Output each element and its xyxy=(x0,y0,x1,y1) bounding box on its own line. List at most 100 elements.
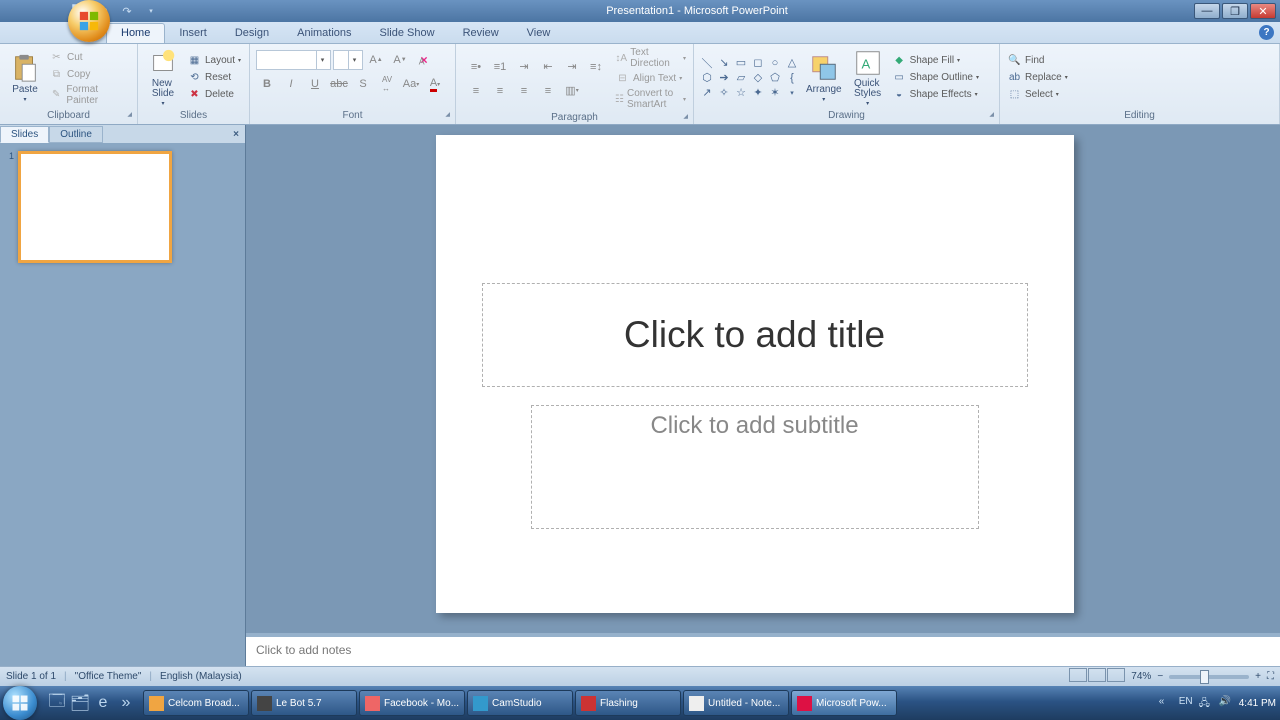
strikethrough-button[interactable]: abc xyxy=(328,74,350,94)
new-slide-button[interactable]: New Slide▾ xyxy=(143,46,183,109)
close-button[interactable]: ✕ xyxy=(1250,3,1276,19)
layout-button[interactable]: ▦Layout▾ xyxy=(185,52,243,69)
tray-clock[interactable]: 4:41 PM xyxy=(1239,698,1276,709)
line-spacing-button[interactable]: ≡↕ xyxy=(585,57,607,77)
delete-slide-button[interactable]: ✖Delete xyxy=(185,86,243,103)
font-color-button[interactable]: A▾ xyxy=(424,74,446,94)
cut-button[interactable]: ✂Cut xyxy=(47,49,132,66)
align-center-button[interactable]: ≡ xyxy=(489,81,511,101)
align-text-button[interactable]: ⊟Align Text▾ xyxy=(613,70,688,87)
list-level-button[interactable]: ⇥ xyxy=(513,57,535,77)
tab-review[interactable]: Review xyxy=(449,24,513,43)
panel-close-button[interactable]: × xyxy=(227,129,245,140)
paste-button[interactable]: Paste ▾ xyxy=(5,51,45,105)
align-left-button[interactable]: ≡ xyxy=(465,81,487,101)
tab-view[interactable]: View xyxy=(513,24,565,43)
convert-smartart-button[interactable]: ☷Convert to SmartArt▾ xyxy=(613,87,688,111)
tab-slideshow[interactable]: Slide Show xyxy=(366,24,449,43)
tab-animations[interactable]: Animations xyxy=(283,24,365,43)
paste-dropdown-icon[interactable]: ▾ xyxy=(23,96,26,103)
ql-show-desktop-icon[interactable]: 🗔 xyxy=(46,690,68,716)
tray-lang-icon[interactable]: EN xyxy=(1179,696,1194,711)
tray-volume-icon[interactable]: 🔊 xyxy=(1219,696,1234,711)
maximize-button[interactable]: ❐ xyxy=(1222,3,1248,19)
office-button[interactable] xyxy=(68,0,110,42)
tab-home[interactable]: Home xyxy=(106,23,165,43)
font-name-combo[interactable]: ▾ xyxy=(256,50,331,70)
change-case-button[interactable]: Aa▾ xyxy=(400,74,422,94)
qat-redo-icon[interactable]: ↷ xyxy=(118,2,136,20)
view-buttons[interactable] xyxy=(1068,668,1125,685)
shape-rect-icon[interactable]: ▭ xyxy=(733,56,749,70)
ql-ie-icon[interactable]: e xyxy=(92,690,114,716)
task-facebook[interactable]: Facebook - Mo... xyxy=(359,690,465,716)
tray-arrow-icon[interactable]: « xyxy=(1159,696,1174,711)
ql-more-icon[interactable]: » xyxy=(115,690,137,716)
shape-effects-button[interactable]: ◒Shape Effects▾ xyxy=(890,86,981,103)
bold-button[interactable]: B xyxy=(256,74,278,94)
numbering-button[interactable]: ≡1 xyxy=(489,57,511,77)
shape-line-icon[interactable]: ＼ xyxy=(699,56,715,70)
shadow-button[interactable]: S xyxy=(352,74,374,94)
task-lebot[interactable]: Le Bot 5.7 xyxy=(251,690,357,716)
find-button[interactable]: 🔍Find xyxy=(1005,52,1070,69)
clear-formatting-button[interactable]: A xyxy=(413,50,435,70)
shapes-gallery[interactable]: ＼↘▭◻○△ ⬡➔▱◇⬠{ ↗✧☆✦✶▾ xyxy=(699,56,800,100)
subtitle-placeholder[interactable]: Click to add subtitle xyxy=(531,405,979,529)
shape-callout-icon[interactable]: ◻ xyxy=(750,56,766,70)
justify-button[interactable]: ≡ xyxy=(537,81,559,101)
task-celcom[interactable]: Celcom Broad... xyxy=(143,690,249,716)
align-right-button[interactable]: ≡ xyxy=(513,81,535,101)
panel-tab-outline[interactable]: Outline xyxy=(49,126,103,143)
reset-button[interactable]: ⟲Reset xyxy=(185,69,243,86)
slide-canvas[interactable]: Click to add title Click to add subtitle xyxy=(436,135,1074,613)
task-flashing[interactable]: Flashing xyxy=(575,690,681,716)
zoom-slider[interactable] xyxy=(1169,675,1249,679)
decrease-indent-button[interactable]: ⇤ xyxy=(537,57,559,77)
select-button[interactable]: ⬚Select▾ xyxy=(1005,86,1070,103)
bullets-button[interactable]: ≡• xyxy=(465,57,487,77)
format-painter-button[interactable]: ✎Format Painter xyxy=(47,83,132,107)
text-direction-button[interactable]: ↕AText Direction▾ xyxy=(613,46,688,70)
layout-icon: ▦ xyxy=(187,53,202,68)
tray-network-icon[interactable]: 🖧 xyxy=(1199,696,1214,711)
shape-outline-button[interactable]: ▭Shape Outline▾ xyxy=(890,69,981,86)
shape-triangle-icon[interactable]: △ xyxy=(784,56,800,70)
shrink-font-button[interactable]: A▼ xyxy=(389,50,411,70)
grow-font-button[interactable]: A▲ xyxy=(365,50,387,70)
shapes-more-icon[interactable]: ▾ xyxy=(784,86,800,100)
status-language[interactable]: English (Malaysia) xyxy=(160,671,242,682)
start-button[interactable] xyxy=(0,686,40,720)
font-size-combo[interactable]: ▾ xyxy=(333,50,363,70)
shape-arrow-icon[interactable]: ↘ xyxy=(716,56,732,70)
task-notepad[interactable]: Untitled - Note... xyxy=(683,690,789,716)
arrange-button[interactable]: Arrange▾ xyxy=(802,51,846,105)
zoom-out-button[interactable]: − xyxy=(1157,671,1163,682)
task-camstudio[interactable]: CamStudio xyxy=(467,690,573,716)
system-tray[interactable]: « EN 🖧 🔊 4:41 PM xyxy=(1159,696,1276,711)
increase-indent-button[interactable]: ⇥ xyxy=(561,57,583,77)
underline-button[interactable]: U xyxy=(304,74,326,94)
slide-thumbnail-1[interactable]: 1 xyxy=(4,151,241,263)
minimize-button[interactable]: — xyxy=(1194,3,1220,19)
notes-pane[interactable]: Click to add notes xyxy=(246,633,1280,666)
char-spacing-button[interactable]: AV↔ xyxy=(376,74,398,94)
ql-explorer-icon[interactable]: 🗂 xyxy=(69,690,91,716)
zoom-in-button[interactable]: + xyxy=(1255,671,1261,682)
replace-button[interactable]: abReplace▾ xyxy=(1005,69,1070,86)
tab-insert[interactable]: Insert xyxy=(165,24,221,43)
title-placeholder[interactable]: Click to add title xyxy=(482,283,1028,387)
copy-button[interactable]: ⧉Copy xyxy=(47,66,132,83)
help-icon[interactable]: ? xyxy=(1259,25,1274,40)
italic-button[interactable]: I xyxy=(280,74,302,94)
panel-tab-slides[interactable]: Slides xyxy=(0,126,49,143)
shape-oval-icon[interactable]: ○ xyxy=(767,56,783,70)
shape-fill-button[interactable]: ◆Shape Fill▾ xyxy=(890,52,981,69)
columns-button[interactable]: ▥▾ xyxy=(561,81,583,101)
fit-window-button[interactable]: ⛶ xyxy=(1267,671,1274,682)
tab-design[interactable]: Design xyxy=(221,24,283,43)
zoom-value[interactable]: 74% xyxy=(1131,671,1151,682)
task-powerpoint[interactable]: Microsoft Pow... xyxy=(791,690,897,716)
qat-customize-icon[interactable]: ▾ xyxy=(142,2,160,20)
quick-styles-button[interactable]: AQuick Styles▾ xyxy=(848,46,888,109)
